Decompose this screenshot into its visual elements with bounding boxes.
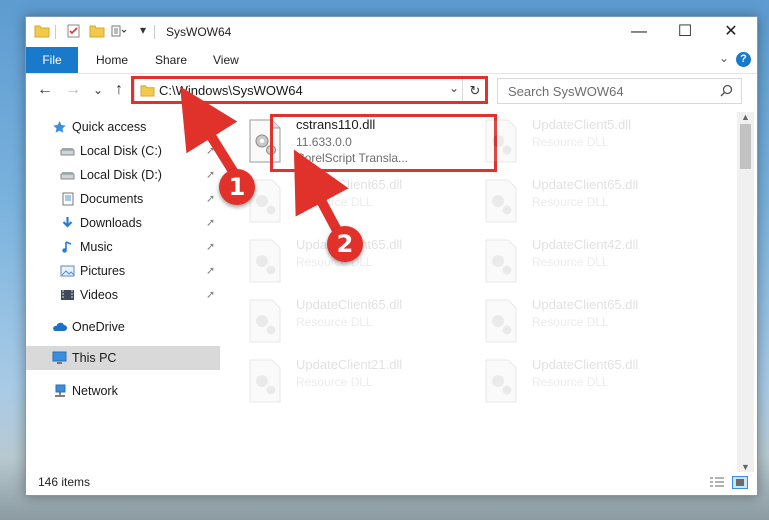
- callout-2: 2: [327, 226, 363, 262]
- callout-1: 1: [219, 169, 255, 205]
- arrow-to-address: [180, 86, 241, 181]
- annotation-arrows: [180, 86, 349, 241]
- arrow-to-file: [293, 149, 349, 241]
